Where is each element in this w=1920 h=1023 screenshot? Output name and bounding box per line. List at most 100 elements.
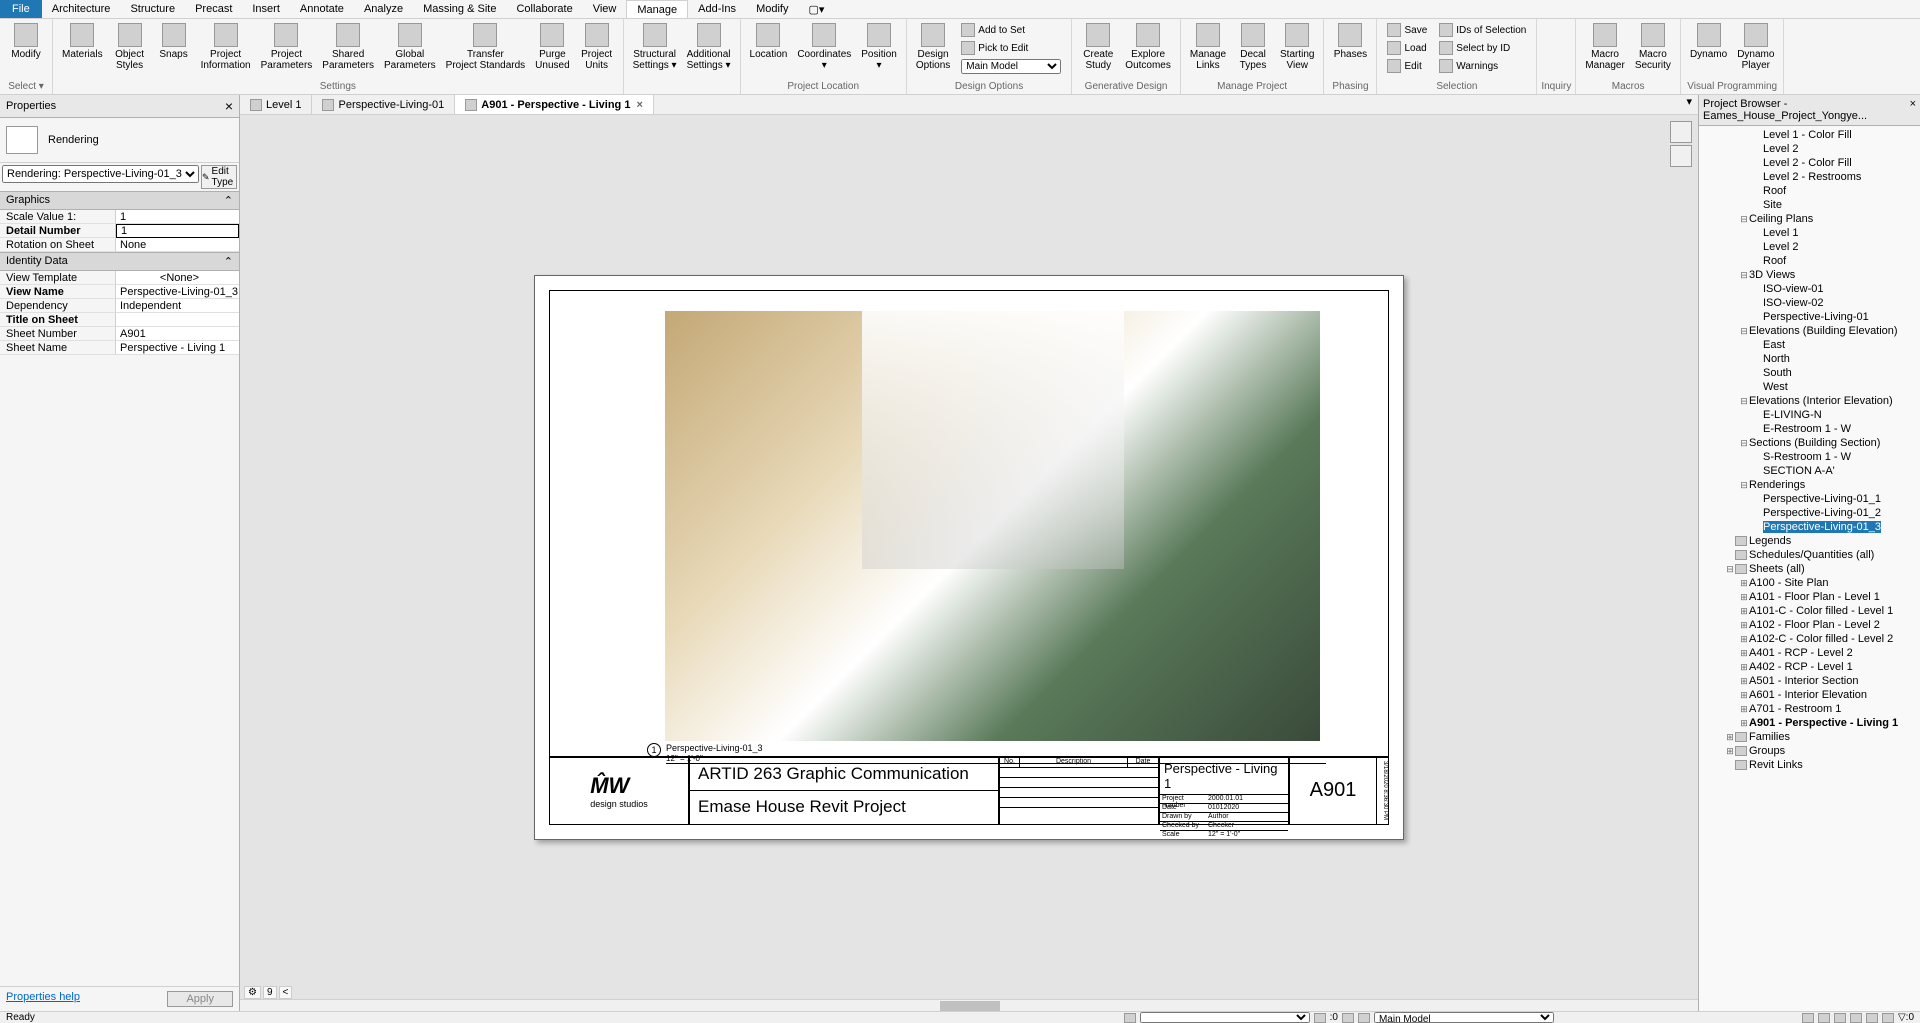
ribbon-small-button[interactable]: Save bbox=[1383, 21, 1431, 39]
ribbon-button[interactable]: DecalTypes bbox=[1231, 19, 1275, 73]
ribbon-small-button[interactable]: Load bbox=[1383, 39, 1431, 57]
ribbon-button[interactable]: Coordinates▾ bbox=[792, 19, 856, 73]
view-tab[interactable]: Level 1 bbox=[240, 95, 312, 114]
status-icon[interactable] bbox=[1124, 1013, 1136, 1023]
ribbon-button[interactable]: PurgeUnused bbox=[530, 19, 574, 73]
ribbon-button[interactable]: ManageLinks bbox=[1185, 19, 1231, 73]
tree-item[interactable]: ⊞A102 - Floor Plan - Level 2 bbox=[1701, 618, 1918, 632]
ribbon-button[interactable]: DesignOptions bbox=[911, 19, 955, 73]
ribbon-small-button[interactable]: Main Model bbox=[957, 57, 1065, 75]
tree-item[interactable]: ⊞Groups bbox=[1701, 744, 1918, 758]
expand-icon[interactable]: ⊞ bbox=[1739, 662, 1749, 673]
property-row[interactable]: DependencyIndependent bbox=[0, 299, 239, 313]
tree-item[interactable]: ⊞A701 - Restroom 1 bbox=[1701, 702, 1918, 716]
tree-item[interactable]: ISO-view-01 bbox=[1701, 282, 1918, 296]
menu-analyze[interactable]: Analyze bbox=[354, 0, 413, 18]
close-icon[interactable]: × bbox=[636, 99, 642, 111]
ribbon-small-button[interactable]: Edit bbox=[1383, 57, 1431, 75]
property-row[interactable]: Sheet NamePerspective - Living 1 bbox=[0, 341, 239, 355]
tree-item[interactable]: Roof bbox=[1701, 184, 1918, 198]
ribbon-button[interactable]: Position▾ bbox=[856, 19, 902, 73]
view-tab[interactable]: Perspective-Living-01 bbox=[312, 95, 455, 114]
property-section-header[interactable]: Identity Data⌃ bbox=[0, 252, 239, 271]
status-icon[interactable] bbox=[1866, 1013, 1878, 1023]
menu-addins[interactable]: Add-Ins bbox=[688, 0, 746, 18]
property-section-header[interactable]: Graphics⌃ bbox=[0, 191, 239, 210]
ribbon-button[interactable]: GlobalParameters bbox=[379, 19, 441, 73]
tree-item[interactable]: Level 2 bbox=[1701, 240, 1918, 254]
status-icon[interactable] bbox=[1314, 1013, 1326, 1023]
expand-icon[interactable]: ⊞ bbox=[1739, 606, 1749, 617]
tree-item[interactable]: ⊞A501 - Interior Section bbox=[1701, 674, 1918, 688]
expand-icon[interactable]: ⊞ bbox=[1739, 634, 1749, 645]
ribbon-small-button[interactable]: Add to Set bbox=[957, 21, 1065, 39]
ribbon-button[interactable]: Location bbox=[745, 19, 793, 62]
ribbon-button[interactable]: ExploreOutcomes bbox=[1120, 19, 1176, 73]
tree-item[interactable]: West bbox=[1701, 380, 1918, 394]
type-selector[interactable]: Rendering bbox=[0, 118, 239, 163]
rendering-image[interactable] bbox=[665, 311, 1320, 741]
menu-insert[interactable]: Insert bbox=[242, 0, 290, 18]
tree-item[interactable]: SECTION A-A' bbox=[1701, 464, 1918, 478]
ribbon-small-button[interactable]: IDs of Selection bbox=[1435, 21, 1530, 39]
viewport[interactable]: 1 Perspective-Living-01_3 12" = 1'-0" M̂… bbox=[240, 115, 1698, 999]
expand-icon[interactable]: ⊞ bbox=[1739, 676, 1749, 687]
expand-icon[interactable]: ⊟ bbox=[1739, 326, 1749, 337]
ribbon-button[interactable]: ObjectStyles bbox=[108, 19, 152, 73]
tree-item[interactable]: Site bbox=[1701, 198, 1918, 212]
ribbon-button[interactable]: ProjectInformation bbox=[196, 19, 256, 73]
tree-item[interactable]: ⊞A601 - Interior Elevation bbox=[1701, 688, 1918, 702]
ribbon-button[interactable]: TransferProject Standards bbox=[441, 19, 531, 73]
tree-item[interactable]: Legends bbox=[1701, 534, 1918, 548]
ribbon-small-button[interactable]: Select by ID bbox=[1435, 39, 1530, 57]
tree-item[interactable]: East bbox=[1701, 338, 1918, 352]
ribbon-button[interactable]: Materials bbox=[57, 19, 108, 62]
expand-icon[interactable]: ⊞ bbox=[1739, 718, 1749, 729]
ribbon-button[interactable]: MacroManager bbox=[1580, 19, 1629, 73]
expand-icon[interactable]: ⊟ bbox=[1739, 396, 1749, 407]
tree-item[interactable]: ⊞A401 - RCP - Level 2 bbox=[1701, 646, 1918, 660]
property-row[interactable]: Scale Value 1:1 bbox=[0, 210, 239, 224]
tree-item[interactable]: Perspective-Living-01_2 bbox=[1701, 506, 1918, 520]
view-tab[interactable]: A901 - Perspective - Living 1× bbox=[455, 95, 654, 114]
ribbon-button[interactable]: Dynamo bbox=[1685, 19, 1732, 62]
tree-item[interactable]: ⊞A100 - Site Plan bbox=[1701, 576, 1918, 590]
tree-item[interactable]: ⊟Sheets (all) bbox=[1701, 562, 1918, 576]
expand-icon[interactable]: ⊞ bbox=[1739, 578, 1749, 589]
tree-item[interactable]: ⊟Elevations (Building Elevation) bbox=[1701, 324, 1918, 338]
status-icon[interactable] bbox=[1882, 1013, 1894, 1023]
tree-item[interactable]: ⊞A102-C - Color filled - Level 2 bbox=[1701, 632, 1918, 646]
tree-item[interactable]: ISO-view-02 bbox=[1701, 296, 1918, 310]
status-icon[interactable] bbox=[1834, 1013, 1846, 1023]
tree-item[interactable]: Roof bbox=[1701, 254, 1918, 268]
horizontal-scrollbar[interactable] bbox=[240, 999, 1698, 1011]
ribbon-button[interactable]: CreateStudy bbox=[1076, 19, 1120, 73]
tree-item[interactable]: Perspective-Living-01_1 bbox=[1701, 492, 1918, 506]
tree-item[interactable]: Level 1 - Color Fill bbox=[1701, 128, 1918, 142]
menu-structure[interactable]: Structure bbox=[120, 0, 185, 18]
tree-item[interactable]: ⊟Ceiling Plans bbox=[1701, 212, 1918, 226]
expand-icon[interactable]: ⊞ bbox=[1739, 648, 1749, 659]
tree-item[interactable]: ⊟Sections (Building Section) bbox=[1701, 436, 1918, 450]
expand-icon[interactable]: ⊟ bbox=[1739, 214, 1749, 225]
filter-badge[interactable]: ▽:0 bbox=[1898, 1012, 1914, 1023]
tree-item[interactable]: Perspective-Living-01 bbox=[1701, 310, 1918, 324]
ribbon-small-button[interactable]: Pick to Edit bbox=[957, 39, 1065, 57]
ribbon-button[interactable]: ProjectParameters bbox=[256, 19, 318, 73]
menu-modify[interactable]: Modify bbox=[746, 0, 798, 18]
status-icon[interactable] bbox=[1802, 1013, 1814, 1023]
project-browser-tree[interactable]: Level 1 - Color FillLevel 2Level 2 - Col… bbox=[1699, 126, 1920, 1011]
menu-precast[interactable]: Precast bbox=[185, 0, 242, 18]
expand-icon[interactable]: ⊞ bbox=[1739, 704, 1749, 715]
design-option-selector[interactable] bbox=[1140, 1012, 1310, 1023]
property-row[interactable]: View Template<None> bbox=[0, 271, 239, 285]
menu-file[interactable]: File bbox=[0, 0, 42, 18]
ribbon-button[interactable]: StructuralSettings ▾ bbox=[628, 19, 682, 73]
expand-icon[interactable]: ⊟ bbox=[1739, 480, 1749, 491]
ribbon-button[interactable]: Snaps bbox=[152, 19, 196, 62]
menu-annotate[interactable]: Annotate bbox=[290, 0, 354, 18]
tree-item[interactable]: Level 2 - Restrooms bbox=[1701, 170, 1918, 184]
menu-collaborate[interactable]: Collaborate bbox=[506, 0, 582, 18]
ribbon-small-button[interactable]: Warnings bbox=[1435, 57, 1530, 75]
ribbon-button[interactable]: Modify bbox=[4, 19, 48, 62]
